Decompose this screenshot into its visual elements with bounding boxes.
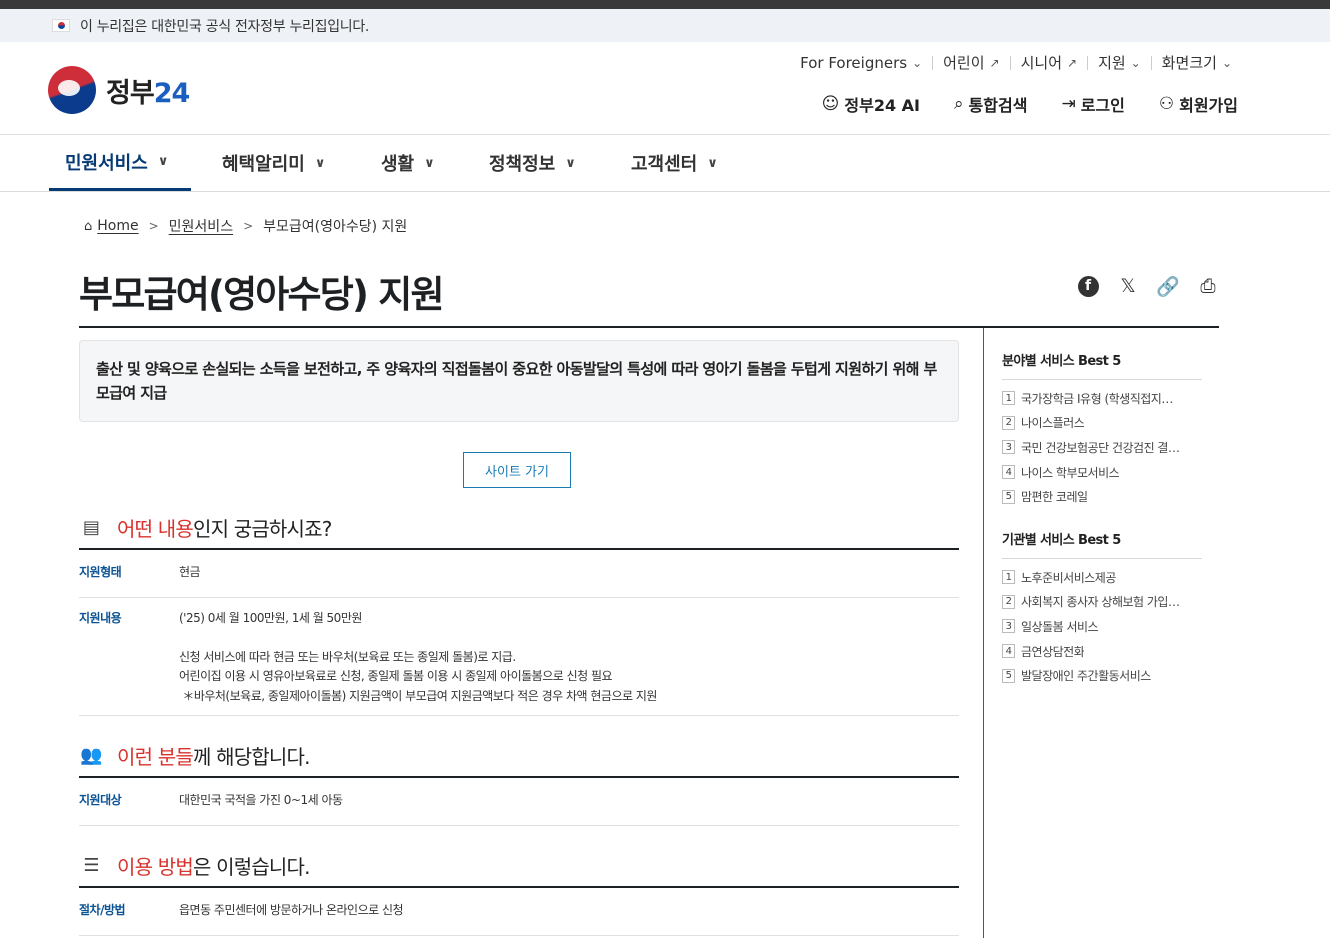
sidebar: 분야별 서비스 Best 5 1 국가장학금 Ⅰ유형 (학생직접지원형) 2 나이스… bbox=[1002, 350, 1202, 708]
util-link-screen-size[interactable]: 화면크기 ⌄ bbox=[1150, 56, 1242, 71]
chevron-down-icon: ⌄ bbox=[1221, 56, 1232, 70]
util-link-support[interactable]: 지원 ⌄ bbox=[1087, 56, 1151, 71]
list-item[interactable]: 3국민 건강보험공단 건강검진 결과조회 bbox=[1002, 435, 1202, 460]
nav-support[interactable]: 고객센터 ∨ bbox=[631, 135, 718, 191]
row-value: 대한민국 국적을 가진 0~1세 아동 bbox=[179, 793, 343, 807]
chevron-down-icon: ∨ bbox=[314, 155, 326, 171]
search-icon: ⌕ bbox=[954, 94, 964, 114]
section-how-heading: ☰ 이용 방법 은 이렇습니다. bbox=[79, 844, 959, 888]
list-item[interactable]: 1 국가장학금 Ⅰ유형 (학생직접지원형) bbox=[1002, 386, 1202, 411]
breadcrumb-civil-service[interactable]: 민원서비스 bbox=[169, 216, 233, 236]
util-link-kids[interactable]: 어린이 ↗ bbox=[932, 56, 1009, 71]
taegeuk-logo-icon bbox=[48, 66, 96, 114]
nav-policy[interactable]: 정책정보 ∨ bbox=[489, 135, 576, 191]
list-item[interactable]: 5 발달장애인 주간활동서비스 bbox=[1002, 663, 1202, 688]
list-item[interactable]: 2 나이스플러스 bbox=[1002, 411, 1202, 436]
ai-link[interactable]: ☺ 정부24 AI bbox=[822, 92, 920, 116]
browser-top-strip bbox=[0, 0, 1330, 9]
row-value: 현금 bbox=[179, 565, 201, 579]
login-icon: ⇥ bbox=[1061, 94, 1076, 114]
info-row-support-content: 지원내용 ('25) 0세 월 100만원, 1세 월 50만원 신청 서비스에… bbox=[79, 598, 959, 716]
util-link-senior[interactable]: 시니어 ↗ bbox=[1009, 56, 1087, 71]
summary-box: 출산 및 양육으로 손실되는 소득을 보전하고, 주 양육자의 직접돌봄이 중요… bbox=[79, 340, 959, 422]
util-link-foreigners[interactable]: For Foreigners ⌄ bbox=[790, 56, 932, 71]
chevron-down-icon: ⌄ bbox=[912, 56, 923, 70]
org-best5-title: 기관별 서비스 Best 5 bbox=[1002, 529, 1202, 559]
gov-official-banner: 이 누리집은 대한민국 공식 전자정부 누리집입니다. bbox=[0, 9, 1330, 42]
list-item[interactable]: 2 사회복지 종사자 상해보험 가입 지원 bbox=[1002, 590, 1202, 615]
print-button[interactable]: ⎙ bbox=[1196, 274, 1220, 298]
section-what-heading: ▤ 어떤 내용 인지 궁금하시죠? bbox=[79, 506, 959, 550]
row-key: 절차/방법 bbox=[79, 903, 126, 917]
page-title: 부모급여(영아수당) 지원 bbox=[79, 273, 445, 316]
facebook-share-button[interactable]: f bbox=[1076, 274, 1100, 298]
site-header: 정부24 For Foreigners ⌄ 어린이 ↗ 시니어 ↗ 지원 ⌄ 화면크기 ⌄… bbox=[0, 42, 1330, 135]
logo-text: 정부24 bbox=[106, 77, 190, 109]
chevron-right-icon: > bbox=[243, 219, 254, 233]
chevron-down-icon: ∨ bbox=[424, 155, 435, 171]
chevron-down-icon: ∨ bbox=[565, 155, 576, 171]
list-item[interactable]: 5 맘편한 코레일 bbox=[1002, 484, 1202, 509]
signup-link[interactable]: ⚇ 회원가입 bbox=[1159, 92, 1238, 116]
field-best5-list: 1 국가장학금 Ⅰ유형 (학생직접지원형) 2 나이스플러스 3 국민 건강보험공단 … bbox=[1002, 386, 1202, 509]
search-link[interactable]: ⌕ 통합검색 bbox=[954, 92, 1027, 116]
list-item[interactable]: 1 노후준비서비스제공 bbox=[1002, 565, 1202, 590]
site-logo[interactable]: 정부24 bbox=[48, 66, 190, 114]
header-main-links: ☺ 정부24 AI ⌕ 통합검색 ⇥ 로그인 ⚇ 회원가입 bbox=[788, 92, 1238, 116]
go-to-site-button[interactable]: 사이트 가기 bbox=[463, 452, 571, 488]
gov-banner-text: 이 누리집은 대한민국 공식 전자정부 누리집입니다. bbox=[80, 18, 370, 35]
x-icon: 𝕏 bbox=[1120, 275, 1136, 297]
user-add-icon: ⚇ bbox=[1158, 94, 1175, 114]
info-row-target: 지원대상 대한민국 국적을 가진 0~1세 아동 bbox=[79, 780, 959, 826]
x-share-button[interactable]: 𝕏 bbox=[1116, 274, 1140, 298]
field-best5-title: 분야별 서비스 Best 5 bbox=[1002, 350, 1202, 380]
chevron-down-icon: ∨ bbox=[707, 155, 718, 171]
nav-benefits[interactable]: 혜택알리미 ∨ bbox=[222, 135, 325, 191]
list-icon: ☰ bbox=[83, 854, 99, 876]
sidebar-divider bbox=[983, 328, 984, 938]
chevron-right-icon: > bbox=[148, 219, 159, 233]
print-icon: ⎙ bbox=[1200, 275, 1216, 297]
copy-link-button[interactable]: 🔗 bbox=[1156, 274, 1180, 298]
row-key: 지원대상 bbox=[79, 793, 122, 807]
list-item[interactable]: 4 나이스 학부모서비스 bbox=[1002, 460, 1202, 485]
external-link-icon: ↗ bbox=[1067, 56, 1078, 70]
row-value: ('25) 0세 월 100만원, 1세 월 50만원 신청 서비스에 따라 현… bbox=[179, 611, 657, 703]
row-key: 지원내용 bbox=[79, 611, 122, 625]
list-item[interactable]: 3 일상돌봄 서비스 bbox=[1002, 614, 1202, 639]
chevron-down-icon: ⌄ bbox=[1130, 56, 1141, 70]
home-icon: ⌂ bbox=[84, 218, 93, 234]
clip-link-icon: 🔗 bbox=[1156, 275, 1180, 298]
info-row-support-type: 지원형태 현금 bbox=[79, 552, 959, 598]
share-toolbar: f 𝕏 🔗 ⎙ bbox=[1060, 274, 1220, 298]
ai-robot-icon: ☺ bbox=[821, 94, 840, 114]
org-best5-list: 1 노후준비서비스제공 2 사회복지 종사자 상해보험 가입 지원 3 일상돌봄 서비… bbox=[1002, 565, 1202, 688]
document-icon: ▤ bbox=[82, 516, 100, 538]
facebook-icon: f bbox=[1077, 275, 1099, 297]
utility-links: For Foreigners ⌄ 어린이 ↗ 시니어 ↗ 지원 ⌄ 화면크기 ⌄ bbox=[790, 56, 1242, 71]
korea-flag-icon bbox=[52, 19, 70, 32]
main-navigation: 민원서비스 ∨ 혜택알리미 ∨ 생활 ∨ 정책정보 ∨ 고객센터 ∨ bbox=[0, 135, 1330, 192]
external-link-icon: ↗ bbox=[989, 56, 1000, 70]
section-who-heading: 👥 이런 분들 께 해당합니다. bbox=[79, 734, 959, 778]
nav-life[interactable]: 생활 ∨ bbox=[381, 135, 435, 191]
list-item[interactable]: 4 금연상담전화 bbox=[1002, 639, 1202, 664]
breadcrumb: ⌂ Home > 민원서비스 > 부모급여(영아수당) 지원 bbox=[84, 216, 407, 236]
chevron-down-icon: ∨ bbox=[157, 154, 169, 169]
row-value: 읍면동 주민센터에 방문하거나 온라인으로 신청 bbox=[179, 903, 404, 917]
info-row-procedure: 절차/방법 읍면동 주민센터에 방문하거나 온라인으로 신청 bbox=[79, 890, 959, 936]
login-link[interactable]: ⇥ 로그인 bbox=[1061, 92, 1124, 116]
title-divider bbox=[79, 326, 1219, 328]
row-key: 지원형태 bbox=[79, 565, 122, 579]
breadcrumb-current: 부모급여(영아수당) 지원 bbox=[263, 219, 408, 235]
people-icon: 👥 bbox=[80, 744, 102, 766]
breadcrumb-home[interactable]: Home bbox=[97, 218, 138, 234]
nav-civil-service[interactable]: 민원서비스 ∨ bbox=[49, 135, 191, 191]
